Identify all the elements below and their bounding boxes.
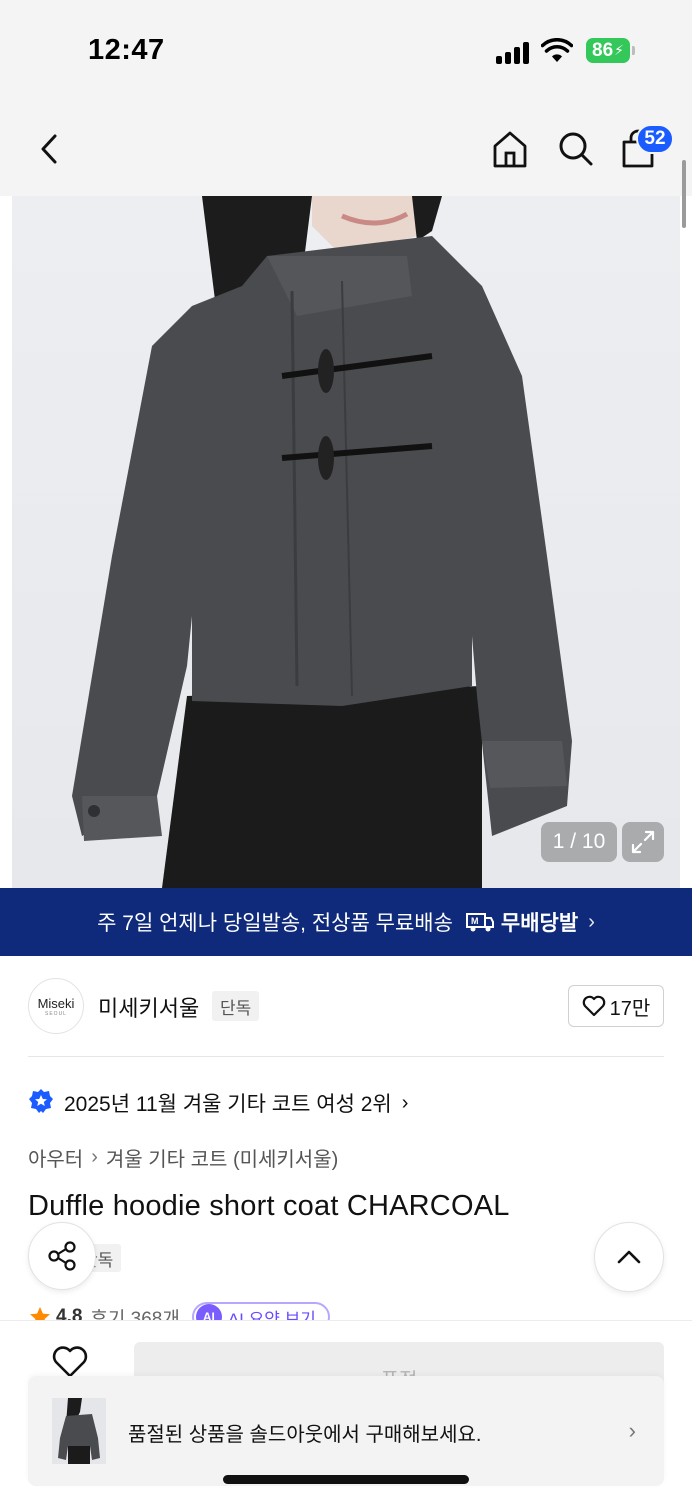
home-icon[interactable] — [490, 128, 530, 170]
search-icon[interactable] — [555, 128, 595, 170]
free-shipping-banner[interactable]: 주 7일 언제나 당일발송, 전상품 무료배송 M 무배당발 › — [0, 888, 692, 956]
divider — [28, 1056, 664, 1057]
exclusive-badge: 단독 — [212, 991, 260, 1021]
brand-logo-sub: SEOUL — [45, 1010, 67, 1017]
brand-row: Miseki SEOUL 미세키서울 단독 17만 — [28, 978, 664, 1034]
expand-icon — [631, 830, 655, 854]
brand-like-button[interactable]: 17만 — [568, 985, 664, 1027]
chevron-right-icon: › — [628, 1418, 636, 1443]
wishlist-heart-icon[interactable] — [50, 1344, 90, 1380]
soldout-message: 품절된 상품을 솔드아웃에서 구매해보세요. — [128, 1424, 482, 1446]
chevron-right-icon: › — [91, 1146, 98, 1168]
chevron-right-icon: › — [588, 910, 595, 933]
banner-logo-text: 무배당발 — [500, 912, 579, 935]
delivery-truck-mark: M — [471, 916, 479, 926]
brand-logo[interactable]: Miseki SEOUL — [28, 978, 84, 1034]
brand-logo-text: Miseki — [37, 995, 75, 1011]
heart-icon — [582, 995, 605, 1017]
share-icon — [48, 1241, 76, 1271]
soldout-suggestion-card[interactable]: 품절된 상품을 솔드아웃에서 구매해보세요. › — [28, 1376, 664, 1486]
chevron-up-icon — [617, 1250, 641, 1264]
wifi-icon — [541, 38, 573, 62]
signal-icon — [496, 40, 532, 64]
scrollbar[interactable] — [682, 160, 686, 228]
status-bar: 12:47 86 ⚡ — [0, 0, 692, 100]
breadcrumb-subcategory[interactable]: 겨울 기타 코트 (미세키서울) — [106, 1143, 338, 1172]
expand-button[interactable] — [622, 822, 664, 862]
ranking-badge-icon — [29, 1089, 53, 1113]
breadcrumb-category[interactable]: 아우터 — [28, 1143, 83, 1172]
ranking-link[interactable]: 2025년 11월 겨울 기타 코트 여성 2위 › — [28, 1086, 408, 1120]
home-indicator[interactable] — [223, 1475, 469, 1484]
soldout-product-thumbnail — [52, 1398, 106, 1464]
banner-logo: M 무배당발 — [465, 907, 578, 937]
battery-cap — [632, 46, 635, 55]
scroll-top-button[interactable] — [594, 1222, 664, 1292]
breadcrumb: 아우터 › 겨울 기타 코트 (미세키서울) — [28, 1143, 338, 1172]
delivery-truck-icon: M — [465, 913, 494, 932]
product-photo — [72, 196, 572, 888]
share-button[interactable] — [28, 1222, 96, 1290]
product-title: Duffle hoodie short coat CHARCOAL — [28, 1190, 510, 1222]
banner-text: 주 7일 언제나 당일발송, 전상품 무료배송 — [97, 912, 453, 935]
back-icon[interactable] — [30, 128, 70, 170]
image-counter: 1 / 10 — [541, 822, 617, 862]
brand-name[interactable]: 미세키서울 — [98, 991, 199, 1023]
nav-bar — [0, 100, 692, 196]
battery-indicator: 86 ⚡ — [586, 38, 630, 63]
cart-count-badge: 52 — [636, 124, 674, 154]
product-image[interactable] — [12, 196, 680, 888]
ranking-text: 2025년 11월 겨울 기타 코트 여성 2위 — [64, 1093, 392, 1116]
brand-like-count: 17만 — [609, 997, 651, 1020]
thumbnail-photo — [52, 1398, 106, 1464]
status-time: 12:47 — [88, 34, 165, 66]
chevron-right-icon: › — [401, 1091, 409, 1114]
